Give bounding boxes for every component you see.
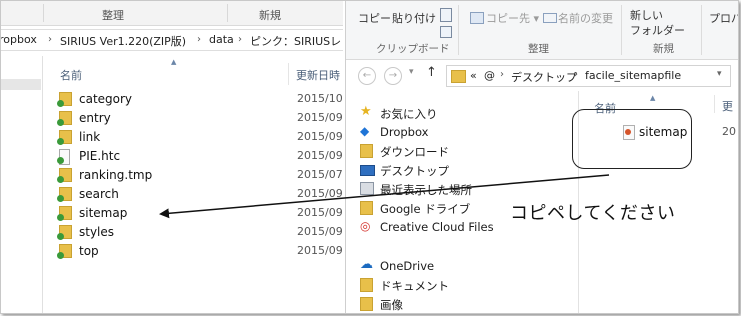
- screenshot-frame: 整理 新規 ropbox › SIRIUS Ver1.220(ZIP版) › d…: [0, 0, 739, 314]
- arrow-line: [159, 174, 610, 219]
- annotation-arrow: [159, 174, 610, 219]
